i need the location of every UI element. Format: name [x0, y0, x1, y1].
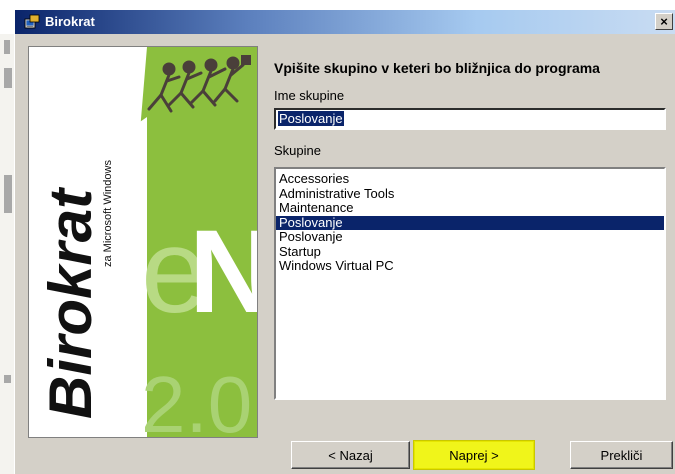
banner-subtitle: za Microsoft Windows: [102, 160, 114, 267]
close-icon: ×: [660, 14, 668, 29]
background-mark: [4, 175, 12, 213]
close-button[interactable]: ×: [655, 13, 673, 30]
list-item[interactable]: Windows Virtual PC: [276, 258, 664, 274]
title-bar[interactable]: Birokrat ×: [15, 10, 675, 34]
banner-letter-n: N: [189, 206, 257, 338]
background-mark: [4, 40, 10, 54]
cancel-button[interactable]: Prekliči: [570, 441, 673, 469]
setup-app-icon: [24, 14, 40, 29]
list-item[interactable]: Accessories: [276, 171, 664, 187]
group-name-input[interactable]: Poslovanje: [274, 108, 666, 130]
banner-version: 2.0: [141, 360, 252, 437]
list-item[interactable]: Maintenance: [276, 200, 664, 216]
background-app-edge: [0, 34, 14, 474]
brand-banner: e N 2.0: [28, 46, 258, 438]
group-name-label: Ime skupine: [274, 88, 345, 103]
screen: Birokrat × e N 2.0: [0, 0, 675, 474]
groups-label: Skupine: [274, 143, 321, 158]
background-mark: [4, 375, 11, 383]
list-item[interactable]: Startup: [276, 244, 664, 260]
window-title: Birokrat: [45, 14, 95, 29]
groups-listbox[interactable]: Accessories Administrative Tools Mainten…: [274, 167, 666, 400]
next-button[interactable]: Naprej >: [414, 441, 534, 469]
instruction-heading: Vpišite skupino v keteri bo bližnjica do…: [274, 60, 600, 76]
list-item[interactable]: Administrative Tools: [276, 186, 664, 202]
group-name-value: Poslovanje: [278, 111, 344, 126]
background-mark: [4, 68, 12, 88]
setup-dialog: Birokrat × e N 2.0: [14, 9, 675, 474]
banner-brand: Birokrat: [37, 186, 104, 419]
list-item-selected[interactable]: Poslovanje: [276, 215, 664, 230]
back-button[interactable]: < Nazaj: [291, 441, 410, 469]
list-item[interactable]: Poslovanje: [276, 229, 664, 245]
banner-artwork: e N 2.0: [29, 47, 257, 437]
